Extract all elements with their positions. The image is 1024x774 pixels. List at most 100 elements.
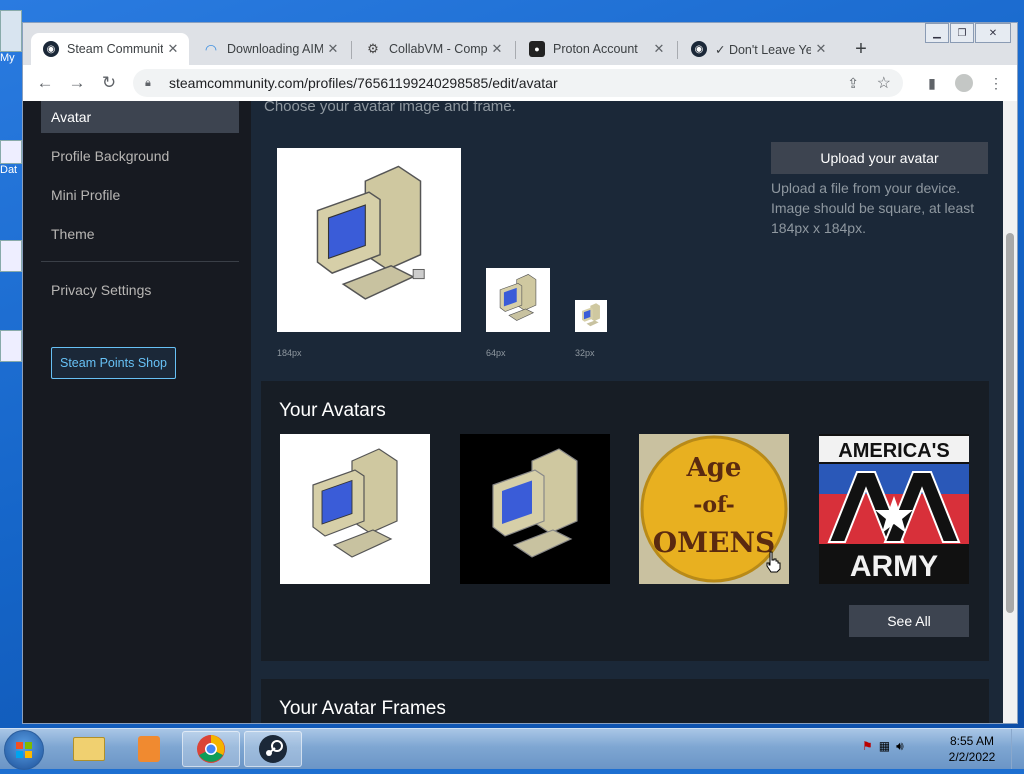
upload-help-text: Upload a file from your device. Image sh…	[771, 180, 975, 236]
tab-dont-leave-yet[interactable]: ◉ ✓ Don't Leave Yet ✕	[679, 33, 837, 65]
windows-logo-icon	[16, 742, 32, 758]
clock-time: 8:55 AM	[949, 734, 995, 748]
edit-profile-sidebar: Avatar Profile Background Mini Profile T…	[23, 101, 251, 723]
profile-icon[interactable]	[952, 71, 976, 95]
logo-text: Age	[686, 453, 742, 483]
taskbar-media-player[interactable]	[120, 731, 178, 767]
browser-window: ◉ Steam Community ✕ ◠ Downloading AIM ✕ …	[22, 22, 1018, 724]
desktop-icon-generic[interactable]	[0, 240, 22, 300]
scrollbar-thumb[interactable]	[1006, 233, 1014, 613]
network-icon[interactable]: ▦	[879, 739, 890, 754]
tab-title: Steam Community	[67, 42, 163, 56]
desktop-icon-label: My	[0, 52, 15, 64]
desktop-icon-label: Dat	[0, 164, 18, 176]
avatar-preview-184	[277, 148, 461, 332]
tab-title: ✓ Don't Leave Yet	[715, 42, 811, 57]
tab-steam-community[interactable]: ◉ Steam Community ✕	[31, 33, 189, 65]
choose-avatar-heading: Choose your avatar image and frame.	[264, 101, 516, 115]
media-player-icon	[138, 736, 160, 762]
logo-text: AMERICA'S	[838, 440, 949, 462]
computer-avatar-image	[312, 448, 398, 558]
taskbar-chrome[interactable]	[182, 731, 240, 767]
collabvm-icon: ⚙	[367, 41, 379, 56]
logo-text: OMENS	[653, 526, 776, 559]
action-center-flag-icon[interactable]: ⚑	[862, 739, 873, 754]
size-label-184: 184px	[277, 348, 302, 358]
sidebar-item-avatar[interactable]: Avatar	[41, 101, 239, 133]
tab-downloading-aim[interactable]: ◠ Downloading AIM ✕	[191, 33, 349, 65]
show-desktop-button[interactable]	[1011, 729, 1024, 769]
forward-icon[interactable]: →	[65, 71, 89, 95]
taskbar-clock[interactable]: 8:55 AM 2/2/2022	[940, 733, 1004, 765]
sidebar-divider	[41, 261, 239, 262]
hand-cursor-icon	[765, 551, 781, 573]
tab-proton-account[interactable]: ● Proton Account ✕	[517, 33, 675, 65]
url-text: steamcommunity.com/profiles/765611992402…	[169, 75, 558, 91]
sidebar-item-profile-background[interactable]: Profile Background	[41, 140, 239, 172]
close-window-icon[interactable]: ✕	[975, 23, 1011, 43]
avatar-preview-64	[486, 268, 550, 332]
tab-collabvm[interactable]: ⚙ CollabVM - Comp ✕	[353, 33, 513, 65]
lock-icon: 🔒︎	[145, 76, 151, 89]
your-avatars-panel: Your Avatars Age -of- OMENS AMERICA'S AR…	[261, 381, 989, 661]
volume-icon[interactable]: 🔊︎	[896, 739, 904, 754]
close-icon[interactable]: ✕	[487, 41, 507, 57]
steam-points-shop-button[interactable]: Steam Points Shop	[51, 347, 177, 379]
steam-icon	[259, 735, 287, 763]
close-icon[interactable]: ✕	[163, 41, 183, 57]
chrome-icon	[197, 735, 225, 763]
taskbar: ⚑ ▦ 🔊︎ 8:55 AM 2/2/2022	[0, 728, 1024, 770]
taskbar-steam[interactable]	[244, 731, 302, 767]
browser-toolbar: ← → ↻ 🔒︎ steamcommunity.com/profiles/765…	[23, 65, 1017, 101]
reload-icon[interactable]: ↻	[97, 71, 121, 95]
bookmark-star-icon[interactable]: ☆	[877, 73, 891, 93]
avatar-option-americas-army[interactable]: AMERICA'S ARMY	[819, 434, 969, 584]
logo-text: ARMY	[850, 550, 938, 583]
your-avatar-frames-title: Your Avatar Frames	[279, 698, 446, 719]
side-panel-icon[interactable]: ▮	[920, 71, 944, 95]
new-tab-button[interactable]: +	[847, 35, 875, 63]
avatar-option-computer-white[interactable]	[280, 434, 430, 584]
tab-strip: ◉ Steam Community ✕ ◠ Downloading AIM ✕ …	[23, 23, 1017, 69]
system-tray: ⚑ ▦ 🔊︎	[862, 739, 904, 754]
tab-title: Proton Account	[553, 42, 638, 56]
avatar-editor: Choose your avatar image and frame. 184p…	[251, 101, 1003, 723]
computer-avatar-image	[316, 165, 425, 300]
see-all-avatars-button[interactable]: See All	[849, 605, 969, 637]
share-icon[interactable]: ⇪	[847, 75, 859, 92]
proton-icon: ●	[529, 41, 545, 57]
page-content: Avatar Profile Background Mini Profile T…	[23, 101, 1003, 723]
taskbar-explorer[interactable]	[60, 731, 118, 767]
your-avatar-frames-panel: Your Avatar Frames	[261, 679, 989, 723]
close-icon[interactable]: ✕	[649, 41, 669, 57]
americas-army-logo: AMERICA'S ARMY	[819, 434, 969, 584]
aim-icon: ◠	[204, 40, 218, 57]
menu-kebab-icon[interactable]: ⋮	[984, 71, 1008, 95]
address-bar[interactable]: 🔒︎ steamcommunity.com/profiles/765611992…	[133, 69, 903, 97]
page-scrollbar[interactable]	[1003, 101, 1017, 723]
upload-avatar-button[interactable]: Upload your avatar	[771, 142, 988, 174]
logo-text: -of-	[693, 492, 735, 518]
avatar-preview-32	[575, 300, 607, 332]
desktop-icon-computer[interactable]: My	[0, 10, 22, 64]
sidebar-item-theme[interactable]: Theme	[41, 218, 239, 250]
close-icon[interactable]: ✕	[811, 41, 831, 57]
tab-title: CollabVM - Comp	[389, 42, 487, 56]
desktop-icon-generic[interactable]	[0, 330, 22, 370]
desktop-icon-data[interactable]: Dat	[0, 140, 22, 176]
close-icon[interactable]: ✕	[323, 41, 343, 57]
back-icon[interactable]: ←	[33, 71, 57, 95]
sidebar-item-mini-profile[interactable]: Mini Profile	[41, 179, 239, 211]
computer-avatar-image	[492, 448, 578, 558]
size-label-64: 64px	[486, 348, 506, 358]
restore-icon[interactable]: ❐	[950, 23, 974, 43]
steam-icon: ◉	[43, 41, 59, 57]
sidebar-item-privacy-settings[interactable]: Privacy Settings	[41, 274, 239, 306]
start-button[interactable]	[4, 730, 44, 770]
minimize-icon[interactable]: ▁	[925, 23, 949, 43]
tab-title: Downloading AIM	[227, 42, 323, 56]
size-label-32: 32px	[575, 348, 595, 358]
avatar-option-computer-black[interactable]	[460, 434, 610, 584]
folder-icon	[73, 737, 105, 761]
your-avatars-title: Your Avatars	[279, 400, 386, 421]
